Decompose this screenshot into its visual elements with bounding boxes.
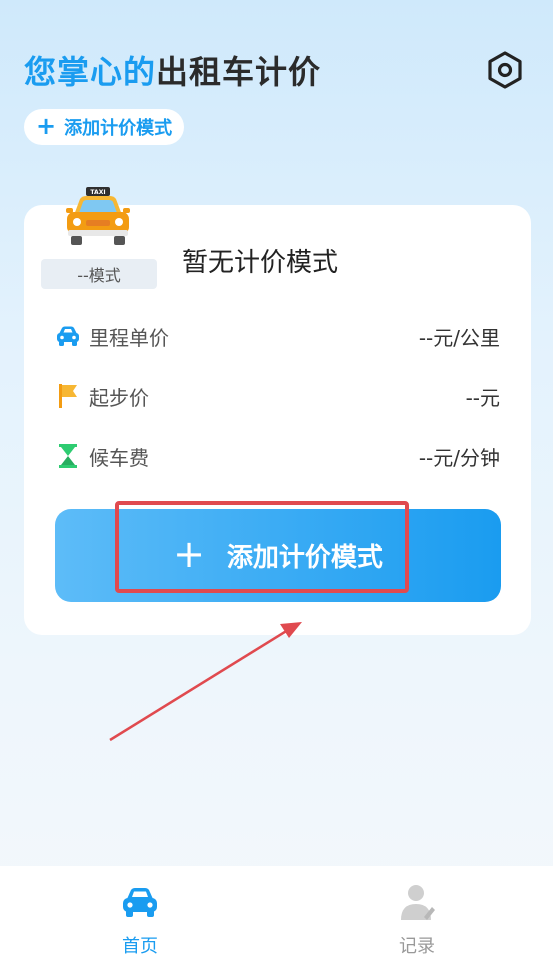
- settings-icon[interactable]: [485, 50, 525, 90]
- plus-icon: +: [36, 112, 57, 140]
- mode-badge: --模式: [41, 259, 157, 289]
- row-label: 里程单价: [89, 325, 169, 350]
- plus-icon: +: [173, 531, 205, 576]
- title-accent: 您掌心的: [24, 53, 157, 91]
- title-main: 出租车计价: [156, 53, 322, 91]
- add-pricing-mode-button[interactable]: + 添加计价模式: [55, 509, 501, 602]
- add-button-label: 添加计价模式: [226, 543, 383, 573]
- flag-icon: [56, 384, 80, 408]
- app-header: 您掌心的出租车计价: [24, 48, 321, 92]
- tab-home[interactable]: 首页: [70, 866, 210, 963]
- tab-label: 记录: [399, 936, 435, 957]
- row-label: 候车费: [89, 445, 149, 470]
- taxi-icon: TAXI: [66, 187, 130, 245]
- tab-records[interactable]: 记录: [347, 866, 487, 963]
- car-icon: [56, 324, 80, 348]
- row-value: --元/分钟: [418, 445, 500, 470]
- row-waiting-fee: 候车费 --元/分钟: [56, 441, 500, 471]
- taxi-sign: TAXI: [90, 189, 105, 196]
- page-title: 您掌心的出租车计价: [24, 47, 321, 93]
- row-mileage-price: 里程单价 --元/公里: [56, 321, 500, 351]
- add-chip-label: 添加计价模式: [64, 118, 173, 139]
- car-icon: [123, 888, 157, 917]
- row-value: --元: [465, 385, 500, 410]
- add-pricing-mode-chip[interactable]: + 添加计价模式: [24, 109, 185, 145]
- row-starting-price: 起步价 --元: [56, 381, 500, 411]
- bottom-tab-bar: 首页 记录: [0, 866, 553, 963]
- hourglass-icon: [56, 444, 80, 468]
- row-value: --元/公里: [418, 325, 500, 350]
- tab-label: 首页: [122, 936, 158, 957]
- user-icon: [401, 885, 435, 920]
- row-label: 起步价: [89, 385, 149, 410]
- no-pricing-mode-text: 暂无计价模式: [182, 248, 339, 278]
